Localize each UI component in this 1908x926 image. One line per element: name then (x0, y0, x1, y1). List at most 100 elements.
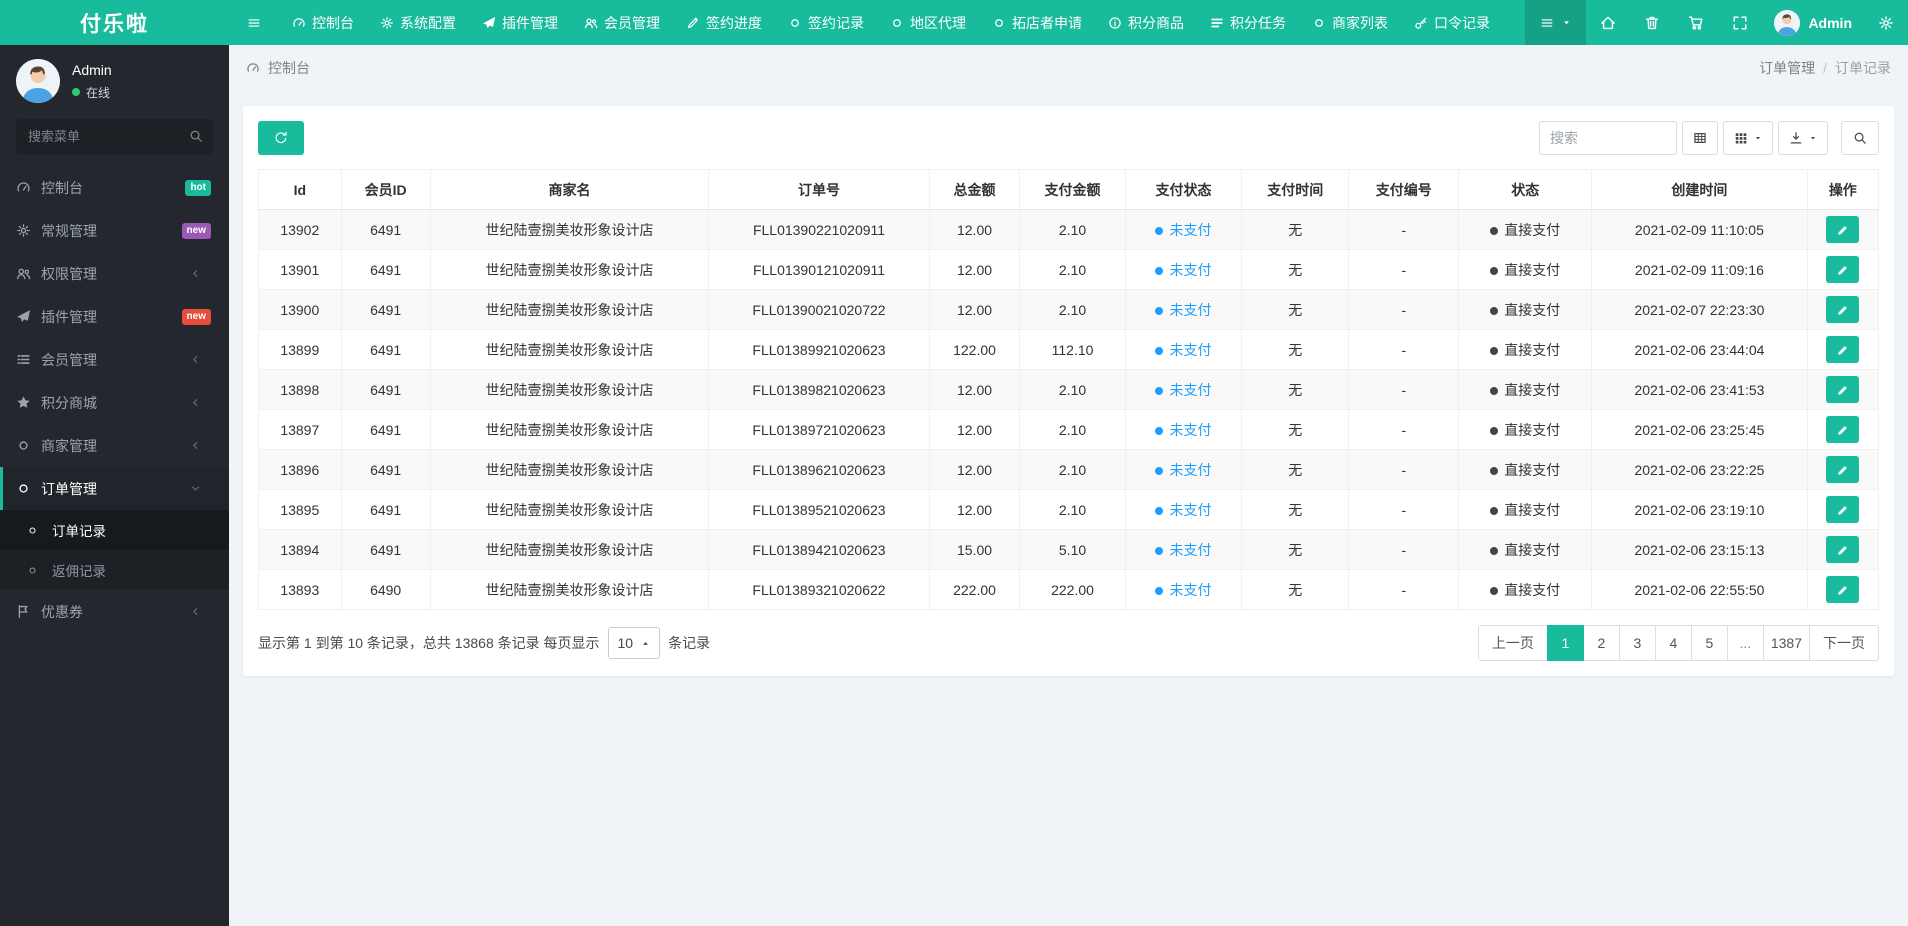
pencil-icon (1837, 464, 1849, 476)
list-icon (16, 352, 41, 367)
edit-button[interactable] (1826, 576, 1860, 603)
page-button-1387[interactable]: 1387 (1762, 625, 1810, 661)
nav-item-points-goods[interactable]: 积分商品 (1095, 0, 1197, 45)
breadcrumb-parent[interactable]: 订单管理 (1759, 58, 1815, 78)
cell-status: 直接支付 (1458, 369, 1593, 410)
edit-button[interactable] (1826, 416, 1860, 443)
edit-button[interactable] (1826, 296, 1860, 323)
sidebar-item-merchant[interactable]: 商家管理 (0, 424, 229, 467)
column-header[interactable]: 支付编号 (1348, 169, 1460, 210)
nav-item-token-record[interactable]: 口令记录 (1401, 0, 1503, 45)
fullscreen-button[interactable] (1718, 0, 1762, 45)
page-button-4[interactable]: 4 (1654, 625, 1692, 661)
sidebar-item-order[interactable]: 订单管理 (0, 467, 229, 510)
settings-button[interactable] (1864, 0, 1908, 45)
cell-total: 12.00 (928, 209, 1021, 250)
nav-item-sign-record[interactable]: 签约记录 (775, 0, 877, 45)
cell-status: 直接支付 (1458, 449, 1593, 490)
table-row: 13894 6491 世纪陆壹捌美妆形象设计店 FLL01389421020623 15… (258, 529, 1880, 570)
column-header[interactable]: 状态 (1458, 169, 1593, 210)
sidebar-search-input[interactable] (16, 119, 213, 154)
edit-button[interactable] (1826, 216, 1860, 243)
app-logo[interactable]: 付乐啦 (0, 0, 229, 45)
status-dot (1155, 426, 1164, 435)
edit-button[interactable] (1826, 336, 1860, 363)
nav-item-member[interactable]: 会员管理 (571, 0, 673, 45)
cell-status: 直接支付 (1458, 489, 1593, 530)
sidebar-item-order-record[interactable]: 订单记录 (0, 510, 229, 550)
sidebar-item-member[interactable]: 会员管理 (0, 338, 229, 381)
pencil-icon (1837, 344, 1849, 356)
column-header[interactable]: 支付状态 (1124, 169, 1243, 210)
status-dot (1490, 426, 1499, 435)
nav-item-sign-progress[interactable]: 签约进度 (673, 0, 775, 45)
home-button[interactable] (1586, 0, 1630, 45)
edit-button[interactable] (1826, 496, 1860, 523)
column-header[interactable]: 订单号 (708, 169, 930, 210)
prev-page-button[interactable]: 上一页 (1477, 625, 1548, 661)
edit-button[interactable] (1826, 256, 1860, 283)
sidebar-search (16, 119, 213, 154)
nav-item-points-task[interactable]: 积分任务 (1197, 0, 1299, 45)
export-button[interactable] (1778, 121, 1828, 155)
nav-item-region-agent[interactable]: 地区代理 (877, 0, 979, 45)
user-menu[interactable]: Admin (1762, 0, 1864, 45)
page-button-1[interactable]: 1 (1546, 625, 1584, 661)
sidebar-item-general[interactable]: 常规管理 new (0, 209, 229, 252)
edit-button[interactable] (1826, 456, 1860, 483)
caret-down-icon (1809, 134, 1817, 142)
sidebar-item-coupon[interactable]: 优惠券 (0, 590, 229, 633)
plane-icon (16, 309, 41, 324)
circle-icon (27, 565, 52, 576)
cell-paid: 112.10 (1019, 329, 1126, 370)
cell-created: 2021-02-06 23:41:53 (1591, 369, 1808, 410)
cell-created: 2021-02-06 23:19:10 (1591, 489, 1808, 530)
table-search-input[interactable] (1539, 121, 1677, 155)
nav-item-plugin[interactable]: 插件管理 (469, 0, 571, 45)
cart-button[interactable] (1674, 0, 1718, 45)
sidebar-item-permission[interactable]: 权限管理 (0, 252, 229, 295)
chevron-left-icon (190, 397, 215, 408)
column-header[interactable]: 创建时间 (1591, 169, 1808, 210)
nav-item-console[interactable]: 控制台 (279, 0, 367, 45)
orders-panel: Id会员ID商家名订单号总金额支付金额支付状态支付时间支付编号状态创建时间操作 … (243, 106, 1894, 676)
status-dot (1490, 346, 1499, 355)
next-page-button[interactable]: 下一页 (1809, 625, 1879, 661)
column-header[interactable]: Id (258, 169, 342, 210)
page-size-dropdown[interactable]: 10 (607, 627, 661, 659)
main-content: 控制台 订单管理 / 订单记录 Id会员ID商家名订单 (229, 45, 1908, 926)
nav-item-system-config[interactable]: 系统配置 (367, 0, 469, 45)
sidebar-item-plugin[interactable]: 插件管理 new (0, 295, 229, 338)
cell-id: 13899 (258, 329, 342, 370)
column-header[interactable]: 总金额 (928, 169, 1021, 210)
edit-button[interactable] (1826, 376, 1860, 403)
column-header[interactable]: 支付时间 (1241, 169, 1350, 210)
cell-pay-status: 未支付 (1124, 209, 1243, 250)
column-header[interactable]: 商家名 (429, 169, 710, 210)
page-button-2[interactable]: 2 (1582, 625, 1620, 661)
sidebar-item-rebate-record[interactable]: 返佣记录 (0, 550, 229, 590)
nav-item-store-apply[interactable]: 拓店者申请 (979, 0, 1095, 45)
column-header[interactable]: 操作 (1806, 169, 1880, 210)
toolbar-right (1539, 121, 1879, 155)
flag-icon (16, 604, 41, 619)
cell-member-id: 6490 (340, 569, 431, 610)
page-button-3[interactable]: 3 (1618, 625, 1656, 661)
sidebar-item-console[interactable]: 控制台 hot (0, 166, 229, 209)
sidebar-item-points-mall[interactable]: 积分商城 (0, 381, 229, 424)
nav-item-merchant-list[interactable]: 商家列表 (1299, 0, 1401, 45)
view-toggle-button[interactable] (1682, 121, 1718, 155)
trash-button[interactable] (1630, 0, 1674, 45)
search-button[interactable] (1841, 121, 1879, 155)
cell-paid: 2.10 (1019, 249, 1126, 290)
columns-button[interactable] (1723, 121, 1773, 155)
nav-menu-dropdown[interactable] (1525, 0, 1587, 45)
column-header[interactable]: 会员ID (340, 169, 431, 210)
cell-pay-no: - (1348, 329, 1460, 370)
sidebar-toggle-button[interactable] (229, 0, 279, 45)
caret-up-icon (641, 639, 650, 648)
edit-button[interactable] (1826, 536, 1860, 563)
page-button-5[interactable]: 5 (1690, 625, 1728, 661)
refresh-button[interactable] (258, 121, 304, 155)
column-header[interactable]: 支付金额 (1019, 169, 1126, 210)
